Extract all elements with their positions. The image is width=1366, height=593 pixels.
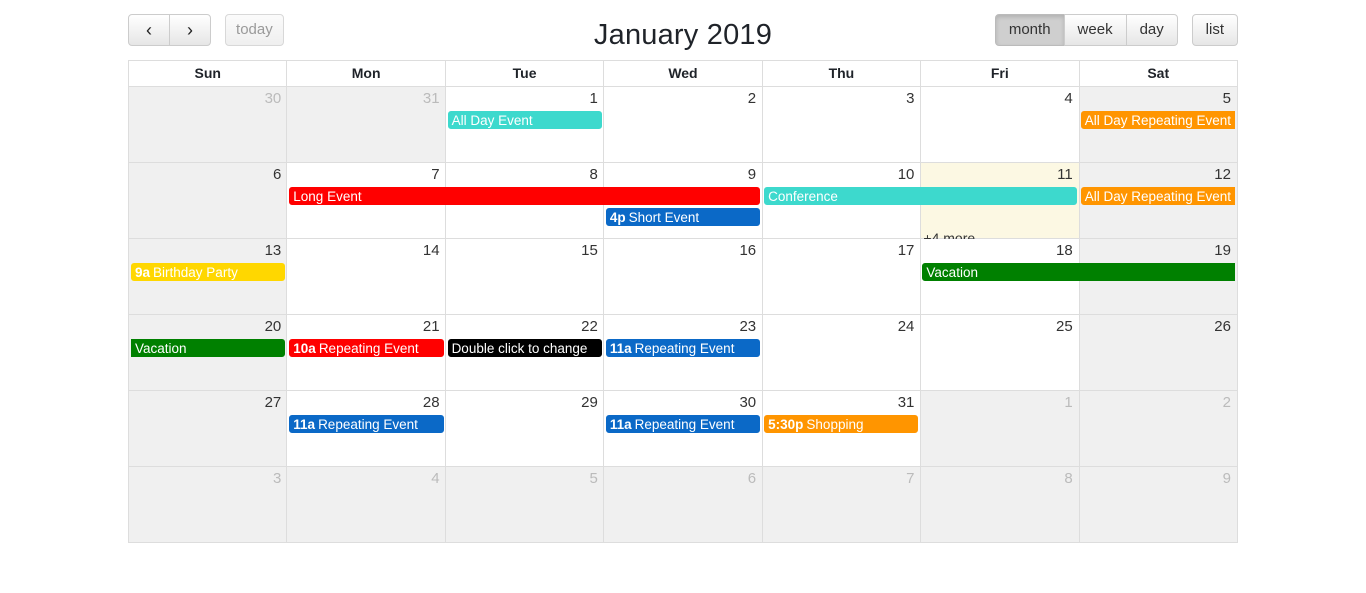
day-header-mon: Mon [286, 61, 444, 86]
event-title: All Day Repeating Event [1084, 189, 1232, 204]
week-rows-host: 30 31 1 2 3 4 5 All Day Event All Day Repeating … [129, 87, 1237, 542]
day-cell[interactable] [761, 467, 921, 542]
event-title: Conference [768, 189, 838, 204]
prev-next-button-group: ‹ › [128, 14, 211, 46]
event-time: 11a [609, 341, 632, 356]
chevron-left-icon: ‹ [146, 20, 152, 40]
month-grid: Sun Mon Tue Wed Thu Fri Sat 30 31 1 2 3 4 5 All Day E… [128, 60, 1238, 543]
event-time: 4p [609, 210, 626, 225]
event-time: 9a [135, 265, 151, 280]
calendar-widget: ‹ › today January 2019 month week day li… [128, 14, 1238, 543]
event-row: 11a Repeating Event 11a Repeating Event 5:30… [129, 415, 1237, 436]
calendar-event[interactable]: Vacation [131, 339, 286, 357]
week-row: 27 28 29 30 31 1 2 11a Repeating Event 11a Repeati… [129, 391, 1237, 467]
view-button-list[interactable]: list [1191, 14, 1238, 46]
day-cell[interactable] [129, 467, 287, 542]
event-time: 11a [293, 417, 316, 432]
calendar-event[interactable]: 4p Short Event [605, 208, 761, 226]
event-title: Double click to change [451, 341, 588, 356]
chevron-right-icon: › [187, 20, 193, 40]
day-cell[interactable] [603, 467, 762, 542]
view-button-day[interactable]: day [1125, 14, 1178, 46]
day-cell[interactable] [286, 467, 445, 542]
event-title: Repeating Event [318, 341, 419, 356]
day-cell[interactable] [444, 467, 604, 542]
week-background [129, 467, 1237, 542]
list-button-group: list [1191, 14, 1238, 46]
day-header-sun: Sun [194, 65, 221, 81]
event-row: Vacation 10a Repeating Event Double click t… [129, 339, 1237, 360]
calendar-event[interactable]: 10a Repeating Event [289, 339, 444, 357]
weekday-header-row: Sun Mon Tue Wed Thu Fri Sat [129, 61, 1237, 87]
calendar-event[interactable]: Vacation [922, 263, 1235, 281]
calendar-event[interactable]: 11a Repeating Event [289, 415, 444, 433]
event-title: Long Event [293, 189, 362, 204]
event-title: Repeating Event [634, 341, 735, 356]
calendar-event[interactable]: All Day Repeating Event [1080, 187, 1235, 205]
calendar-event[interactable]: 5:30p Shopping [764, 415, 919, 433]
event-segment-rows: 9a Birthday Party Vacation [129, 263, 1237, 284]
event-row: 9a Birthday Party Vacation [129, 263, 1237, 284]
day-cell[interactable] [920, 467, 1079, 542]
today-button-group: today [224, 14, 284, 46]
view-button-week[interactable]: week [1063, 14, 1127, 46]
event-title: Vacation [135, 341, 187, 356]
event-segment-rows: Vacation 10a Repeating Event Double click t… [129, 339, 1237, 360]
event-segment-rows: All Day Event All Day Repeating Event [129, 111, 1237, 132]
calendar-event[interactable]: 11a Repeating Event [605, 339, 761, 357]
week-row: 13 14 15 16 17 18 19 9a Birthday Party Vacation [129, 239, 1237, 315]
calendar-event[interactable]: All Day Repeating Event [1080, 111, 1235, 129]
event-title: All Day Event [451, 113, 533, 128]
day-header-wed: Wed [603, 61, 761, 86]
calendar-event[interactable]: 9a Birthday Party [131, 263, 286, 281]
event-row: Long Event Conference All Day Repeating Ev… [129, 187, 1237, 208]
day-header-thu: Thu [761, 61, 920, 86]
event-title: Short Event [628, 210, 700, 225]
event-time: 11a [609, 417, 632, 432]
view-switcher-group: month week day [994, 14, 1178, 46]
toolbar-left-group: ‹ › today [128, 14, 284, 46]
event-time: 5:30p [768, 417, 804, 432]
event-row: All Day Event All Day Repeating Event [129, 111, 1237, 132]
view-button-month[interactable]: month [994, 14, 1065, 46]
today-button[interactable]: today [224, 14, 284, 46]
event-title: Birthday Party [153, 265, 238, 280]
day-header-sat: Sat [1078, 61, 1237, 86]
event-title: Repeating Event [318, 417, 418, 432]
event-row: 4p Short Event [129, 208, 1237, 229]
event-segment-rows: 11a Repeating Event 11a Repeating Event 5:30… [129, 415, 1237, 436]
event-title: Repeating Event [634, 417, 735, 432]
event-title: All Day Repeating Event [1084, 113, 1232, 128]
calendar-event[interactable]: Double click to change [447, 339, 602, 357]
week-row: 20 21 22 23 24 25 26 Vacation 10a Repeating Event… [129, 315, 1237, 391]
week-row: 30 31 1 2 3 4 5 All Day Event All Day Repeating … [129, 87, 1237, 163]
next-month-button[interactable]: › [169, 14, 211, 46]
day-header-tue: Tue [444, 61, 603, 86]
week-row: 3456789 [129, 467, 1237, 542]
calendar-toolbar: ‹ › today January 2019 month week day li… [128, 14, 1238, 60]
prev-month-button[interactable]: ‹ [128, 14, 170, 46]
event-title: Shopping [806, 417, 864, 432]
day-cell[interactable] [1078, 467, 1237, 542]
week-row: 6 7 8 9 10 11 12 Long Event Conference All Day Re… [129, 163, 1237, 246]
calendar-event[interactable]: Long Event [289, 187, 761, 205]
calendar-event[interactable]: All Day Event [447, 111, 602, 129]
event-time: 10a [293, 341, 316, 356]
calendar-event[interactable]: 11a Repeating Event [605, 415, 761, 433]
event-title: Vacation [926, 265, 978, 280]
calendar-event[interactable]: Conference [764, 187, 1077, 205]
toolbar-right-group: month week day list [994, 14, 1238, 46]
day-header-fri: Fri [920, 61, 1078, 86]
